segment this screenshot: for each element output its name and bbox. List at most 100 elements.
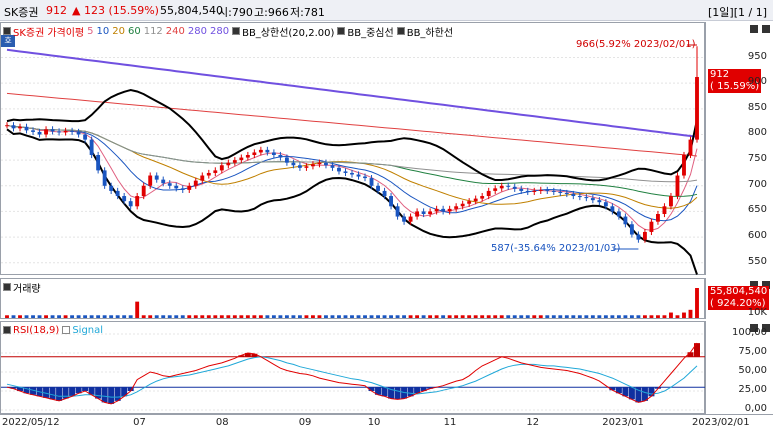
rsi-chart[interactable] — [1, 322, 706, 415]
price-legend-item[interactable]: BB_하한선 — [396, 24, 453, 39]
price-legend-label: 240 — [165, 25, 185, 37]
candle-body — [154, 175, 159, 180]
volume-bar — [219, 315, 224, 318]
stock-name[interactable]: SK증권 — [4, 4, 38, 20]
checkbox-icon[interactable] — [62, 326, 71, 334]
price-legend-item[interactable]: 112 — [144, 26, 163, 37]
checkbox-icon[interactable] — [337, 27, 346, 35]
price-ytick: 600 — [747, 230, 767, 242]
volume-bar — [70, 315, 75, 318]
candle-body — [558, 191, 563, 193]
price-pane[interactable]: 호 SK증권 가격이평 5 10 20 60 112 240 280 280 BB_상한선(20,2… — [0, 22, 706, 276]
signal-legend-item[interactable]: Signal — [62, 325, 103, 336]
volume-bar — [415, 315, 420, 318]
volume-bar — [564, 315, 569, 318]
volume-bar — [167, 315, 172, 318]
rsi-oversold-fill — [648, 387, 655, 397]
candle-body — [434, 208, 439, 212]
rsi-ytick: 25,00 — [738, 384, 767, 395]
candle-body — [350, 172, 354, 175]
volume-bar — [148, 315, 153, 318]
volume-bar — [44, 315, 48, 318]
candle-body — [506, 185, 511, 187]
rsi-ytick: 100,00 — [732, 327, 767, 338]
price-legend-item[interactable]: 20 — [112, 26, 125, 37]
volume-bar — [616, 315, 621, 318]
volume-tag-value: 55,804,540 — [710, 286, 768, 297]
checkbox-icon[interactable] — [3, 326, 11, 334]
volume-bar — [330, 315, 335, 318]
price-ytick: 750 — [747, 153, 767, 165]
volume-bar — [76, 315, 81, 318]
volume-pane[interactable]: 거래량 — [0, 278, 705, 319]
volume-chart[interactable] — [1, 279, 706, 320]
checkbox-icon[interactable] — [396, 27, 405, 35]
volume-bar — [271, 315, 276, 318]
price-legend-item[interactable]: BB_중심선 — [337, 24, 394, 39]
period-selector[interactable]: [1일][1 / 1] — [708, 4, 767, 20]
price-legend: SK증권 가격이평 5 10 20 60 112 240 280 280 BB_상한선(20,2.0… — [3, 24, 453, 39]
candle-body — [695, 77, 699, 140]
rsi-legend: RSI(18,9) Signal — [3, 323, 103, 337]
price-legend-item[interactable]: 280 — [188, 26, 207, 37]
volume-bar — [538, 315, 543, 318]
pane-minimize-icon[interactable] — [750, 25, 758, 33]
volume-bar — [265, 315, 270, 318]
candle-body — [512, 186, 517, 189]
volume-bar — [356, 315, 361, 318]
checkbox-icon[interactable] — [3, 27, 11, 35]
candle-body — [226, 162, 231, 166]
volume-bar — [24, 315, 29, 318]
price-legend-item[interactable]: SK증권 — [3, 24, 44, 39]
volume-bar — [5, 315, 9, 318]
rsi-overbought-fill — [694, 343, 700, 357]
price-legend-item[interactable]: 280 — [210, 26, 229, 37]
candle-body — [96, 155, 101, 171]
price-legend-item[interactable]: 60 — [128, 26, 141, 37]
volume-bar — [102, 315, 107, 318]
price-chart[interactable] — [1, 23, 706, 276]
volume-bar — [454, 315, 459, 318]
candle-body — [18, 126, 22, 129]
open-price: 시:790 — [218, 6, 253, 19]
price-legend-item[interactable]: BB_상한선(20,2.00) — [232, 24, 334, 39]
candle-body — [590, 198, 595, 201]
volume-bar — [584, 315, 589, 318]
candle-body — [232, 160, 237, 163]
candle-body — [24, 126, 29, 131]
rsi-legend-item[interactable]: RSI(18,9) — [3, 325, 59, 336]
price-legend-item[interactable]: 가격이평 — [47, 24, 84, 39]
candle-body — [219, 165, 224, 171]
low-price: 저:781 — [290, 6, 325, 19]
price-legend-item[interactable]: 240 — [166, 26, 185, 37]
volume-bar — [239, 315, 244, 318]
candle-body — [408, 216, 413, 222]
rsi-pane[interactable]: RSI(18,9) Signal — [0, 321, 706, 415]
pane-close-icon[interactable] — [762, 25, 770, 33]
candle-body — [415, 211, 420, 217]
checkbox-icon[interactable] — [232, 27, 241, 35]
candle-body — [597, 200, 602, 203]
checkbox-icon[interactable] — [3, 283, 11, 291]
volume-legend: 거래량 — [3, 280, 41, 295]
candle-body — [324, 162, 328, 166]
rsi-oversold-fill — [108, 387, 115, 404]
rsi-oversold-fill — [101, 387, 108, 403]
candle-body — [330, 165, 335, 168]
candle-body — [395, 206, 400, 217]
volume-bar — [122, 315, 127, 318]
candle-body — [122, 196, 127, 202]
candle-body — [441, 208, 446, 212]
volume-bar — [675, 315, 680, 318]
volume-bar — [174, 315, 179, 318]
candle-body — [297, 165, 302, 168]
volume-bar — [200, 315, 205, 318]
price-legend-item[interactable]: 5 — [87, 26, 93, 37]
candle-body — [402, 216, 407, 222]
candle-body — [421, 211, 426, 214]
candle-body — [89, 139, 94, 155]
volume-legend-item[interactable]: 거래량 — [3, 280, 41, 295]
volume-bar — [57, 315, 62, 318]
volume-bar — [603, 315, 608, 318]
price-legend-item[interactable]: 10 — [97, 26, 110, 37]
